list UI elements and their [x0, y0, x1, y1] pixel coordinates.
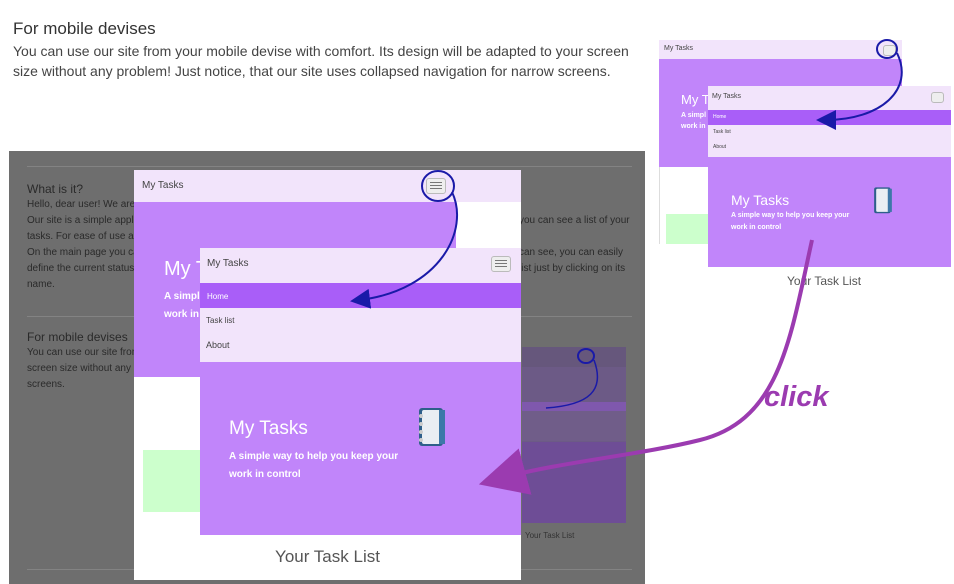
bg-line: name.	[27, 279, 55, 290]
menu-toggle-button[interactable]	[426, 178, 446, 194]
hero-sub-short: work in	[164, 309, 200, 320]
bg-line: you can see a list of your	[519, 215, 630, 226]
nav-item-home[interactable]	[200, 283, 521, 308]
hero-subtitle: work in control	[731, 224, 782, 231]
nav-item-task-list[interactable]: Task list	[206, 316, 234, 325]
nav-label: Home	[713, 114, 727, 120]
nav-item-about[interactable]: About	[206, 340, 230, 350]
nav-list	[200, 308, 521, 362]
nav-label: Home	[207, 292, 229, 301]
menu-toggle-button[interactable]	[491, 256, 511, 272]
hero-sub-short: A simpl	[681, 112, 707, 119]
menu-toggle-button[interactable]	[931, 92, 944, 103]
section-title: For mobile devises	[13, 19, 156, 38]
brand[interactable]: My Tasks	[207, 258, 249, 269]
menu-toggle-button[interactable]	[883, 45, 896, 56]
section-text: You can use our site from your mobile de…	[13, 43, 629, 79]
hero-sub-short: A simpl	[164, 291, 200, 302]
bg-line: can see, you can easily	[519, 247, 623, 258]
brand-small[interactable]: My Tasks	[712, 93, 741, 100]
brand[interactable]: My Tasks	[142, 180, 184, 191]
nav-item-task-list[interactable]: Task list	[713, 129, 731, 135]
navbar-small-expanded	[708, 86, 951, 110]
nav-list	[708, 125, 951, 157]
hero-subtitle: work in control	[229, 469, 301, 480]
bg-line: You can use our site from	[27, 347, 141, 358]
list-title: Your Task List	[275, 547, 380, 566]
mobile-title: For mobile devises	[27, 330, 128, 344]
hero-title-short: My T	[681, 92, 710, 107]
green-panel	[143, 450, 201, 512]
click-annotation: click	[764, 381, 829, 413]
dimmed-mini-screenshot	[522, 347, 626, 523]
hero	[200, 362, 521, 535]
phone-screenshot-expanded: My Tasks Home Task list About My Tasks A…	[200, 248, 521, 535]
bg-line: On the main page you can	[27, 247, 145, 258]
hero-subtitle: A simple way to help you keep your	[731, 212, 850, 219]
dimmed-list-title: Your Task List	[525, 531, 575, 540]
bg-line: define the current status o	[27, 263, 143, 274]
hero-subtitle: A simple way to help you keep your	[229, 451, 399, 462]
nav-item-about[interactable]: About	[713, 144, 726, 150]
brand-small[interactable]: My Tasks	[664, 45, 693, 52]
list-title-small: Your Task List	[787, 274, 862, 288]
navbar-small	[659, 40, 902, 59]
navbar	[134, 170, 521, 202]
hero-title: My Tasks	[229, 418, 308, 439]
bg-line: list just by clicking on its	[519, 263, 626, 274]
phone-screenshot-small-expanded: My Tasks Home Task list About My Tasks A…	[708, 86, 951, 267]
bg-line: screens.	[27, 379, 65, 390]
bg-line: Our site is a simple applica	[27, 215, 147, 226]
what-title: What is it?	[27, 182, 84, 196]
green-panel	[666, 214, 708, 244]
hero-sub-short: work in	[681, 123, 706, 130]
notebook-icon	[419, 408, 445, 446]
notebook-icon	[874, 187, 892, 214]
nav-item-home[interactable]	[708, 110, 951, 125]
hero-title: My Tasks	[731, 192, 790, 208]
bg-line: tasks. For ease of use all	[27, 231, 139, 242]
bg-line: Hello, dear user! We are h	[27, 199, 144, 210]
bg-line: screen size without any p	[27, 363, 140, 374]
